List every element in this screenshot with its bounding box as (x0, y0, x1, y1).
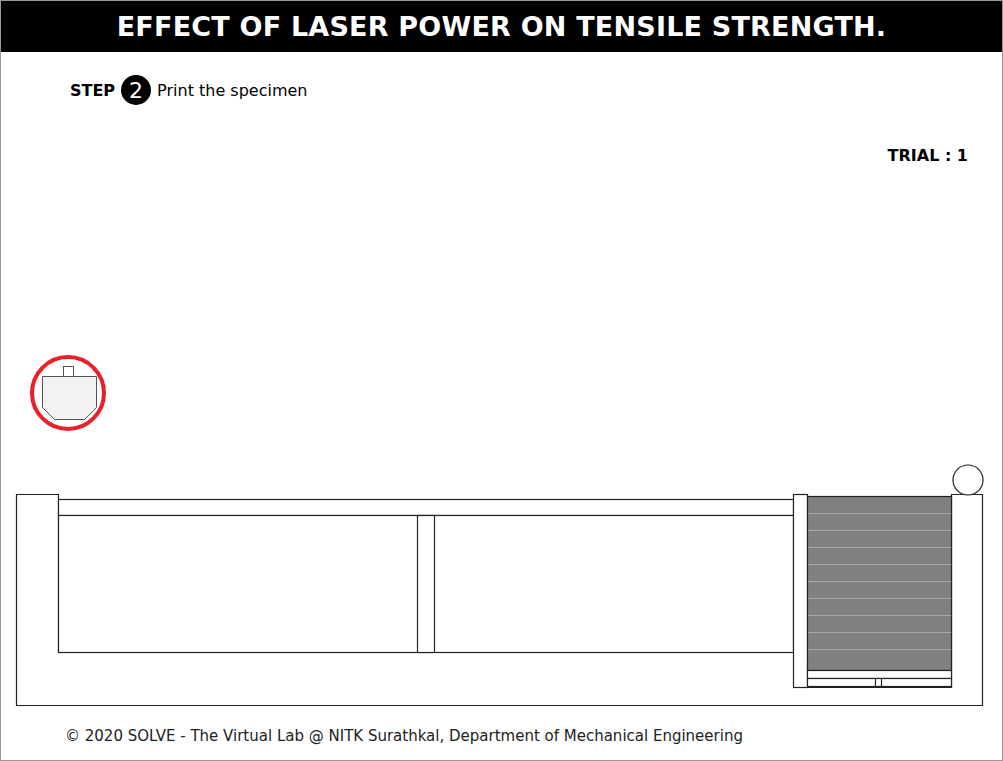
step-number: 2 (121, 75, 151, 105)
piston-plate (808, 671, 952, 679)
powder-layers (808, 514, 951, 650)
powder-bed (808, 497, 952, 671)
page-title: EFFECT OF LASER POWER ON TENSILE STRENGT… (117, 11, 887, 42)
highlight-ring (32, 357, 104, 429)
chamber-divider (418, 516, 435, 653)
build-bar (59, 500, 794, 516)
trial-label: TRIAL : 1 (888, 146, 968, 165)
machine-frame (17, 495, 983, 706)
step-row: STEP 2 Print the specimen (1, 75, 1002, 105)
printer-machine (17, 465, 984, 706)
footer: © 2020 SOLVE - The Virtual Lab @ NITK Su… (1, 711, 1002, 760)
roller[interactable] (953, 465, 983, 495)
header: EFFECT OF LASER POWER ON TENSILE STRENGT… (1, 1, 1002, 52)
page: EFFECT OF LASER POWER ON TENSILE STRENGT… (0, 0, 1003, 761)
build-chamber (59, 516, 794, 653)
piston-base (808, 679, 952, 687)
step-text: Print the specimen (157, 81, 307, 100)
laser-head-icon[interactable] (43, 367, 97, 420)
trial-row: TRIAL : 1 (1, 143, 1002, 167)
printer-stage (1, 167, 1002, 711)
chamber-wall (794, 495, 808, 688)
footer-text: © 2020 SOLVE - The Virtual Lab @ NITK Su… (65, 727, 743, 745)
step-label: STEP (70, 81, 115, 100)
